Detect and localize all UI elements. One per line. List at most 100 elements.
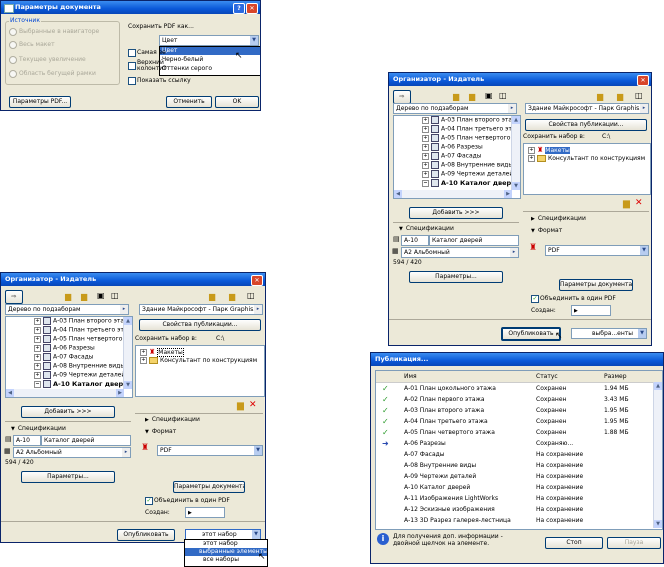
- scroll-right-icon[interactable]: ▶: [116, 389, 124, 397]
- folder-icon[interactable]: ▆: [65, 292, 71, 301]
- tree-item[interactable]: + А-05 План четвертого э: [422, 134, 516, 142]
- expand-icon[interactable]: +: [34, 317, 41, 325]
- close-button[interactable]: ✕: [637, 75, 649, 86]
- expand-icon[interactable]: +: [422, 170, 429, 178]
- tree-item[interactable]: + А-03 План второго этаж: [34, 317, 129, 325]
- title-bar[interactable]: Публикация...: [371, 353, 663, 366]
- layers-icon[interactable]: ◫: [247, 291, 255, 300]
- sheet-id-field[interactable]: А-10: [401, 235, 429, 246]
- doc-params-button[interactable]: Параметры документа: [559, 279, 633, 291]
- created-field[interactable]: ▶: [185, 507, 225, 518]
- chevron-right-icon[interactable]: ▸: [120, 305, 128, 314]
- table-row[interactable]: ✓ А-04 План третьего этажа Сохранен 1.95 МБ: [376, 416, 662, 427]
- stop-button[interactable]: Стоп: [545, 537, 603, 549]
- chevron-down-icon[interactable]: ▼: [252, 530, 260, 539]
- scroll-up-icon[interactable]: ▲: [512, 116, 520, 124]
- set-option[interactable]: этот набор: [185, 540, 238, 548]
- title-bar[interactable]: Организатор - Издатель ✕: [1, 273, 265, 286]
- expand-icon[interactable]: +: [422, 161, 429, 169]
- publish-tree-item[interactable]: + ♜ Макеты: [528, 146, 570, 154]
- expand-icon[interactable]: +: [422, 125, 429, 133]
- chevron-right-icon[interactable]: ▸: [254, 305, 262, 314]
- cancel-button[interactable]: Отменить: [166, 96, 212, 108]
- scroll-up-icon[interactable]: ▲: [654, 382, 662, 390]
- scroll-up-icon[interactable]: ▲: [124, 317, 132, 325]
- right-specs-toggle[interactable]: ▶ Спецификации: [531, 215, 586, 222]
- publish-tree-item[interactable]: + ♜ Макеты: [140, 348, 184, 357]
- pdf-params-button[interactable]: Параметры PDF...: [9, 96, 71, 108]
- tree-item[interactable]: + А-08 Внутренние виды: [34, 362, 125, 370]
- publish-button[interactable]: Опубликовать: [501, 327, 561, 341]
- new-folder-icon[interactable]: ▆: [623, 199, 630, 209]
- tree-scrollbar[interactable]: ▲ ▼: [123, 317, 132, 389]
- chevron-down-icon[interactable]: ▼: [254, 446, 262, 455]
- title-bar[interactable]: Организатор - Издатель ✕: [389, 73, 651, 86]
- tree-item[interactable]: + А-05 План четвертого э: [34, 335, 128, 343]
- expand-icon[interactable]: +: [528, 155, 535, 162]
- close-button[interactable]: ✕: [246, 3, 258, 14]
- source-radio-2[interactable]: [9, 41, 17, 49]
- folder-new-icon[interactable]: ▆: [469, 92, 475, 101]
- tree-view-dropdown[interactable]: Дерево по подзаборам ▸: [393, 103, 517, 114]
- tree-item[interactable]: + А-07 Фасады: [422, 152, 482, 160]
- pages-icon[interactable]: ◫: [499, 91, 507, 100]
- expand-icon[interactable]: +: [34, 344, 41, 352]
- set-option[interactable]: все наборы: [185, 556, 239, 564]
- format-toggle[interactable]: ▼ Формат: [531, 227, 562, 234]
- table-row[interactable]: А-08 Внутренние виды На сохранение: [376, 460, 662, 471]
- created-field[interactable]: ▶: [571, 305, 611, 316]
- add-button[interactable]: Добавить >>>: [21, 406, 115, 418]
- source-radio-1[interactable]: [9, 28, 17, 36]
- table-row[interactable]: А-10 Каталог дверей На сохранение: [376, 482, 662, 493]
- chevron-down-icon[interactable]: ▼: [250, 36, 258, 45]
- scroll-left-icon[interactable]: ◀: [394, 190, 402, 198]
- scroll-right-icon[interactable]: ▶: [504, 190, 512, 198]
- tree-item[interactable]: + А-03 План второго эта: [422, 116, 512, 124]
- checkbox-1[interactable]: [128, 49, 136, 57]
- layers-icon[interactable]: ◫: [635, 91, 643, 100]
- help-button[interactable]: ?: [233, 3, 245, 14]
- checkbox-3[interactable]: [128, 77, 136, 85]
- layout-icon[interactable]: ▣: [97, 291, 105, 300]
- color-option-selected[interactable]: Цвет: [160, 47, 260, 55]
- table-row[interactable]: ✓ А-05 План четвертого этажа Сохранен 1.88 …: [376, 427, 662, 438]
- expand-icon[interactable]: +: [34, 353, 41, 361]
- tree-item-selected[interactable]: − А-10 Каталог двере: [34, 380, 128, 388]
- collapse-icon[interactable]: −: [34, 380, 41, 388]
- table-scrollbar[interactable]: ▲ ▼: [653, 382, 662, 528]
- color-option[interactable]: Оттенки серого: [160, 65, 212, 73]
- tree-item[interactable]: + А-09 Чертежи деталей: [422, 170, 513, 178]
- sheet-name-field[interactable]: Каталог дверей: [41, 435, 131, 446]
- delete-icon[interactable]: ✕: [249, 400, 257, 410]
- chevron-down-icon[interactable]: ▼: [640, 246, 648, 255]
- source-radio-3[interactable]: [9, 56, 17, 64]
- table-row[interactable]: ✓ А-01 План цокольного этажа Сохранен 1.94 …: [376, 383, 662, 394]
- table-row[interactable]: А-11 Изображения LightWorks На сохранение: [376, 493, 662, 504]
- header-size[interactable]: Размер: [604, 371, 627, 382]
- pages-icon[interactable]: ◫: [111, 291, 119, 300]
- title-bar[interactable]: Параметры документа ? ✕: [1, 1, 260, 14]
- expand-icon[interactable]: +: [422, 116, 429, 124]
- expand-icon[interactable]: +: [140, 349, 147, 356]
- publish-tree-item[interactable]: + Консультант по конструкциям: [140, 357, 257, 365]
- arrow-right-icon[interactable]: ▶: [188, 510, 192, 516]
- folder-new-icon[interactable]: ▆: [617, 92, 623, 101]
- merge-checkbox[interactable]: ✓: [145, 497, 153, 505]
- folder-icon[interactable]: ▆: [597, 92, 603, 101]
- delete-icon[interactable]: ✕: [635, 198, 643, 208]
- tree-item[interactable]: + А-09 Чертежи деталей: [34, 371, 125, 379]
- tree-view-dropdown[interactable]: Дерево по подзаборам ▸: [5, 304, 129, 315]
- header-status[interactable]: Статус: [536, 371, 558, 382]
- format-dropdown[interactable]: PDF ▼: [545, 245, 649, 256]
- expand-icon[interactable]: +: [422, 152, 429, 160]
- scroll-down-icon[interactable]: ▼: [124, 381, 132, 389]
- format-toggle[interactable]: ▼ Формат: [145, 428, 176, 435]
- source-radio-4[interactable]: [9, 70, 17, 78]
- table-row[interactable]: А-12 Эскизные изображения На сохранение: [376, 504, 662, 515]
- publish-tree-item[interactable]: + Консультант по конструкциям: [528, 155, 645, 163]
- publish-set-dropdown[interactable]: Здание Майкрософт - Парк Graphis... ▸: [525, 103, 649, 114]
- table-row[interactable]: А-07 Фасады На сохранение: [376, 449, 662, 460]
- folder-icon[interactable]: ▆: [453, 92, 459, 101]
- tree-item[interactable]: + А-08 Внутренние виды: [422, 161, 513, 169]
- tree-hscrollbar[interactable]: ◀ ▶: [394, 190, 512, 198]
